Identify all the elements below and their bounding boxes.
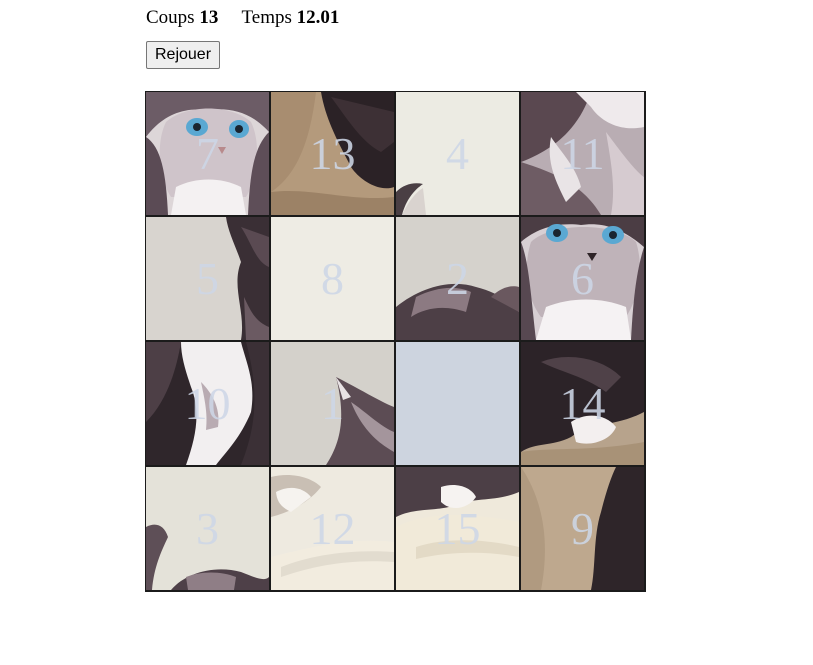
- tile-3[interactable]: 3: [146, 467, 269, 590]
- moves-label: Coups: [146, 7, 195, 28]
- tile-5[interactable]: 5: [146, 217, 269, 340]
- time-value: 12.01: [296, 7, 340, 28]
- game-stats: Coups 13 Temps 12.01: [146, 6, 339, 30]
- time-label: Temps: [241, 7, 292, 28]
- tile-9[interactable]: 9: [521, 467, 644, 590]
- tile-12[interactable]: 12: [271, 467, 394, 590]
- tile-13[interactable]: 13: [271, 92, 394, 215]
- tile-14[interactable]: 14: [521, 342, 644, 465]
- tile-8[interactable]: 8: [271, 217, 394, 340]
- tile-2[interactable]: 2: [396, 217, 519, 340]
- tile-7[interactable]: 7: [146, 92, 269, 215]
- moves-count: 13: [199, 7, 219, 28]
- tile-4[interactable]: 4: [396, 92, 519, 215]
- tile-1[interactable]: 1: [271, 342, 394, 465]
- tile-10[interactable]: 10: [146, 342, 269, 465]
- tile-11[interactable]: 11: [521, 92, 644, 215]
- empty-slot: [396, 342, 519, 465]
- tile-15[interactable]: 15: [396, 467, 519, 590]
- tile-6[interactable]: 6: [521, 217, 644, 340]
- replay-button[interactable]: Rejouer: [146, 41, 221, 69]
- puzzle-board: 7 13 4 11 5 8 2 6 10 1 14 3 12 15 9: [145, 91, 646, 592]
